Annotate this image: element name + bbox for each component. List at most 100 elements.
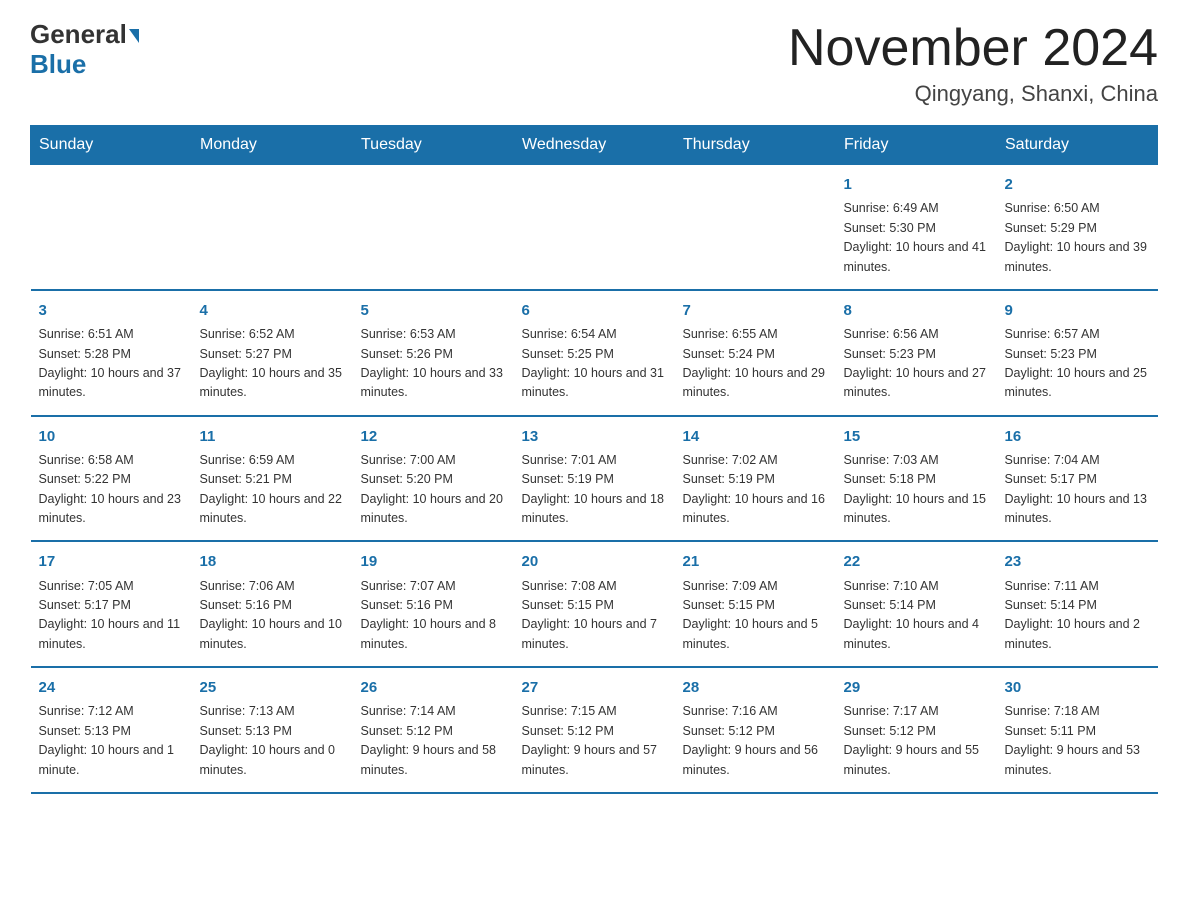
calendar-cell: 20Sunrise: 7:08 AMSunset: 5:15 PMDayligh… xyxy=(514,541,675,667)
day-info: Sunset: 5:11 PM xyxy=(1005,722,1150,741)
day-info: Sunrise: 7:01 AM xyxy=(522,451,667,470)
calendar-cell: 17Sunrise: 7:05 AMSunset: 5:17 PMDayligh… xyxy=(31,541,192,667)
day-info: Sunrise: 7:15 AM xyxy=(522,702,667,721)
day-info: Sunrise: 6:55 AM xyxy=(683,325,828,344)
calendar-cell: 9Sunrise: 6:57 AMSunset: 5:23 PMDaylight… xyxy=(997,290,1158,416)
weekday-header-tuesday: Tuesday xyxy=(353,126,514,165)
calendar-subtitle: Qingyang, Shanxi, China xyxy=(788,81,1158,107)
logo-general: General xyxy=(30,20,139,49)
day-info: Daylight: 10 hours and 18 minutes. xyxy=(522,490,667,529)
day-info: Sunset: 5:26 PM xyxy=(361,345,506,364)
day-info: Sunrise: 7:04 AM xyxy=(1005,451,1150,470)
weekday-header-wednesday: Wednesday xyxy=(514,126,675,165)
day-info: Sunrise: 7:17 AM xyxy=(844,702,989,721)
day-info: Sunrise: 7:12 AM xyxy=(39,702,184,721)
day-info: Daylight: 10 hours and 39 minutes. xyxy=(1005,238,1150,277)
day-info: Sunrise: 7:14 AM xyxy=(361,702,506,721)
day-number: 25 xyxy=(200,676,345,699)
calendar-body: 1Sunrise: 6:49 AMSunset: 5:30 PMDaylight… xyxy=(31,165,1158,793)
calendar-table: SundayMondayTuesdayWednesdayThursdayFrid… xyxy=(30,125,1158,794)
calendar-cell: 1Sunrise: 6:49 AMSunset: 5:30 PMDaylight… xyxy=(836,165,997,290)
day-info: Sunrise: 6:52 AM xyxy=(200,325,345,344)
day-info: Sunset: 5:27 PM xyxy=(200,345,345,364)
weekday-header-monday: Monday xyxy=(192,126,353,165)
weekday-header-friday: Friday xyxy=(836,126,997,165)
day-info: Sunrise: 7:03 AM xyxy=(844,451,989,470)
day-number: 2 xyxy=(1005,173,1150,196)
calendar-cell: 16Sunrise: 7:04 AMSunset: 5:17 PMDayligh… xyxy=(997,416,1158,542)
day-info: Daylight: 10 hours and 37 minutes. xyxy=(39,364,184,403)
day-info: Daylight: 10 hours and 7 minutes. xyxy=(522,615,667,654)
day-info: Daylight: 9 hours and 55 minutes. xyxy=(844,741,989,780)
calendar-row-0: 1Sunrise: 6:49 AMSunset: 5:30 PMDaylight… xyxy=(31,165,1158,290)
day-info: Sunset: 5:16 PM xyxy=(200,596,345,615)
day-number: 24 xyxy=(39,676,184,699)
day-info: Daylight: 9 hours and 57 minutes. xyxy=(522,741,667,780)
day-info: Daylight: 10 hours and 20 minutes. xyxy=(361,490,506,529)
day-info: Sunrise: 7:18 AM xyxy=(1005,702,1150,721)
day-info: Daylight: 9 hours and 58 minutes. xyxy=(361,741,506,780)
day-info: Daylight: 10 hours and 41 minutes. xyxy=(844,238,989,277)
calendar-cell: 22Sunrise: 7:10 AMSunset: 5:14 PMDayligh… xyxy=(836,541,997,667)
day-info: Sunset: 5:14 PM xyxy=(844,596,989,615)
day-info: Sunset: 5:12 PM xyxy=(522,722,667,741)
day-number: 19 xyxy=(361,550,506,573)
day-info: Daylight: 10 hours and 2 minutes. xyxy=(1005,615,1150,654)
calendar-cell: 27 Sunrise: 7:15 AMSunset: 5:12 PMDayligh… xyxy=(514,667,675,793)
day-number: 17 xyxy=(39,550,184,573)
title-area: November 2024 Qingyang, Shanxi, China xyxy=(788,20,1158,107)
day-info: Sunset: 5:19 PM xyxy=(683,470,828,489)
day-number: 20 xyxy=(522,550,667,573)
calendar-cell: 14Sunrise: 7:02 AMSunset: 5:19 PMDayligh… xyxy=(675,416,836,542)
day-info: Daylight: 10 hours and 13 minutes. xyxy=(1005,490,1150,529)
day-info: Sunrise: 7:05 AM xyxy=(39,577,184,596)
day-info: Sunset: 5:22 PM xyxy=(39,470,184,489)
day-info: Sunrise: 7:09 AM xyxy=(683,577,828,596)
day-number: 27 xyxy=(522,676,667,699)
day-info: Sunrise: 6:53 AM xyxy=(361,325,506,344)
day-number: 18 xyxy=(200,550,345,573)
day-info: Sunset: 5:18 PM xyxy=(844,470,989,489)
calendar-cell xyxy=(31,165,192,290)
day-info: Daylight: 10 hours and 10 minutes. xyxy=(200,615,345,654)
day-info: Sunrise: 6:56 AM xyxy=(844,325,989,344)
calendar-cell: 30Sunrise: 7:18 AMSunset: 5:11 PMDayligh… xyxy=(997,667,1158,793)
calendar-cell: 25Sunrise: 7:13 AMSunset: 5:13 PMDayligh… xyxy=(192,667,353,793)
calendar-cell: 6Sunrise: 6:54 AMSunset: 5:25 PMDaylight… xyxy=(514,290,675,416)
day-info: Sunrise: 6:49 AM xyxy=(844,199,989,218)
day-info: Sunrise: 7:00 AM xyxy=(361,451,506,470)
day-info: Sunrise: 7:16 AM xyxy=(683,702,828,721)
day-info: Sunrise: 7:08 AM xyxy=(522,577,667,596)
day-number: 4 xyxy=(200,299,345,322)
day-info: Sunrise: 7:07 AM xyxy=(361,577,506,596)
day-info: Sunrise: 6:58 AM xyxy=(39,451,184,470)
calendar-cell: 7Sunrise: 6:55 AMSunset: 5:24 PMDaylight… xyxy=(675,290,836,416)
day-number: 13 xyxy=(522,425,667,448)
day-info: Sunset: 5:14 PM xyxy=(1005,596,1150,615)
day-info: Sunrise: 7:02 AM xyxy=(683,451,828,470)
day-info: Sunset: 5:16 PM xyxy=(361,596,506,615)
day-info: Daylight: 10 hours and 8 minutes. xyxy=(361,615,506,654)
calendar-row-2: 10Sunrise: 6:58 AMSunset: 5:22 PMDayligh… xyxy=(31,416,1158,542)
day-number: 28 xyxy=(683,676,828,699)
day-info: Sunset: 5:13 PM xyxy=(39,722,184,741)
day-number: 23 xyxy=(1005,550,1150,573)
day-info: Daylight: 9 hours and 53 minutes. xyxy=(1005,741,1150,780)
day-info: Daylight: 10 hours and 29 minutes. xyxy=(683,364,828,403)
day-info: Sunset: 5:12 PM xyxy=(844,722,989,741)
day-number: 5 xyxy=(361,299,506,322)
day-number: 12 xyxy=(361,425,506,448)
day-number: 16 xyxy=(1005,425,1150,448)
calendar-cell: 24Sunrise: 7:12 AMSunset: 5:13 PMDayligh… xyxy=(31,667,192,793)
calendar-row-3: 17Sunrise: 7:05 AMSunset: 5:17 PMDayligh… xyxy=(31,541,1158,667)
weekday-header-sunday: Sunday xyxy=(31,126,192,165)
calendar-cell: 5Sunrise: 6:53 AMSunset: 5:26 PMDaylight… xyxy=(353,290,514,416)
logo-blue: Blue xyxy=(30,49,86,80)
day-info: Daylight: 10 hours and 31 minutes. xyxy=(522,364,667,403)
calendar-cell: 3Sunrise: 6:51 AMSunset: 5:28 PMDaylight… xyxy=(31,290,192,416)
calendar-cell: 13Sunrise: 7:01 AMSunset: 5:19 PMDayligh… xyxy=(514,416,675,542)
day-info: Sunset: 5:29 PM xyxy=(1005,219,1150,238)
day-number: 26 xyxy=(361,676,506,699)
calendar-cell: 11Sunrise: 6:59 AMSunset: 5:21 PMDayligh… xyxy=(192,416,353,542)
day-number: 22 xyxy=(844,550,989,573)
